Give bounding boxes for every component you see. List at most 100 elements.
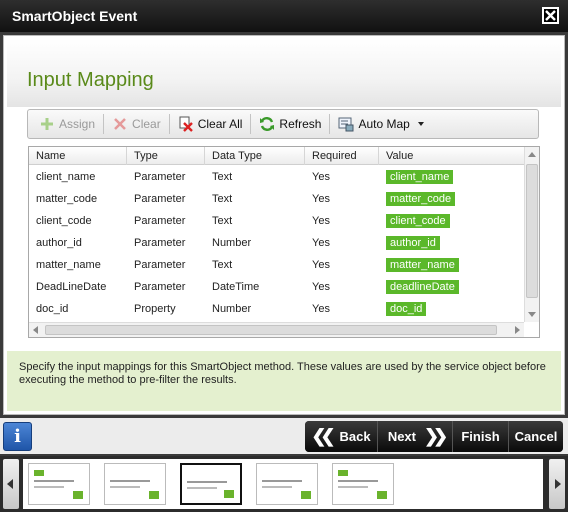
cell-value[interactable]: matter_code bbox=[379, 188, 524, 210]
cell-name: matter_code bbox=[36, 193, 98, 205]
table-row[interactable]: doc_id Property Number Yes doc_id bbox=[29, 298, 524, 320]
description-text: Specify the input mappings for this Smar… bbox=[7, 351, 561, 411]
cell-required: Yes bbox=[312, 259, 330, 271]
mapping-grid: Name Type Data Type Required Value clien… bbox=[28, 146, 540, 338]
table-row[interactable]: matter_name Parameter Text Yes matter_na… bbox=[29, 254, 524, 276]
toolbar-separator bbox=[250, 114, 252, 134]
step-thumbnail-current[interactable] bbox=[180, 463, 242, 505]
value-badge[interactable]: client_name bbox=[386, 170, 454, 184]
step-thumbnail[interactable] bbox=[28, 463, 90, 505]
nav-button-group: ❮❮ Back Next ❯❯ Finish Cancel bbox=[305, 421, 563, 452]
finish-button[interactable]: Finish bbox=[453, 421, 509, 452]
double-chevron-left-icon: ❮❮ bbox=[311, 426, 335, 446]
wizard-nav-bar: i ❮❮ Back Next ❯❯ Finish Cancel bbox=[0, 418, 568, 454]
cell-value[interactable]: matter_name bbox=[379, 254, 524, 276]
double-chevron-right-icon: ❯❯ bbox=[424, 426, 448, 446]
cell-required: Yes bbox=[312, 193, 330, 205]
cell-value[interactable]: client_name bbox=[379, 166, 524, 188]
cell-value[interactable]: deadlineDate bbox=[379, 276, 524, 298]
cell-name: author_id bbox=[36, 237, 82, 249]
wizard-panel: Input Mapping Assign Clear Clear All Ref… bbox=[3, 35, 565, 415]
horizontal-scrollbar[interactable] bbox=[29, 322, 524, 337]
refresh-label: Refresh bbox=[279, 117, 322, 131]
cell-type: Property bbox=[134, 303, 176, 315]
cell-required: Yes bbox=[312, 303, 330, 315]
cell-name: client_name bbox=[36, 171, 96, 183]
value-badge[interactable]: matter_name bbox=[386, 258, 459, 272]
plus-icon bbox=[39, 116, 55, 132]
value-badge[interactable]: client_code bbox=[386, 214, 450, 228]
back-label: Back bbox=[339, 429, 371, 444]
cell-data-type: Number bbox=[212, 237, 252, 249]
cell-value[interactable]: client_code bbox=[379, 210, 524, 232]
cell-name: doc_id bbox=[36, 303, 69, 315]
x-icon bbox=[112, 116, 128, 132]
column-header-data-type[interactable]: Data Type bbox=[205, 147, 305, 165]
strip-next-button[interactable] bbox=[549, 459, 565, 509]
cell-type: Parameter bbox=[134, 281, 186, 293]
refresh-button[interactable]: Refresh bbox=[254, 112, 326, 136]
cell-required: Yes bbox=[312, 215, 330, 227]
clear-label: Clear bbox=[132, 117, 161, 131]
auto-map-button[interactable]: Auto Map bbox=[333, 112, 428, 136]
cell-required: Yes bbox=[312, 281, 330, 293]
toolbar-separator bbox=[168, 114, 170, 134]
auto-map-icon bbox=[338, 116, 354, 132]
scroll-down-icon[interactable] bbox=[528, 312, 536, 317]
cell-type: Parameter bbox=[134, 215, 186, 227]
scroll-left-icon[interactable] bbox=[33, 326, 38, 334]
table-row[interactable]: client_code Parameter Text Yes client_co… bbox=[29, 210, 524, 232]
auto-map-label: Auto Map bbox=[358, 117, 410, 131]
cell-type: Parameter bbox=[134, 171, 186, 183]
cell-type: Parameter bbox=[134, 259, 186, 271]
cell-data-type: Number bbox=[212, 303, 252, 315]
next-label: Next bbox=[387, 429, 416, 444]
step-thumbnail[interactable] bbox=[332, 463, 394, 505]
cell-data-type: Text bbox=[212, 259, 233, 271]
toolbar-separator bbox=[103, 114, 105, 134]
cell-required: Yes bbox=[312, 237, 330, 249]
arrow-right-icon bbox=[555, 479, 561, 489]
column-header-required[interactable]: Required bbox=[305, 147, 379, 165]
close-icon[interactable] bbox=[542, 7, 559, 24]
table-row[interactable]: author_id Parameter Number Yes author_id bbox=[29, 232, 524, 254]
value-badge[interactable]: matter_code bbox=[386, 192, 456, 206]
clear-all-label: Clear All bbox=[197, 117, 243, 131]
step-thumbnail[interactable] bbox=[104, 463, 166, 505]
info-button[interactable]: i bbox=[3, 422, 32, 451]
table-row[interactable]: client_name Parameter Text Yes client_na… bbox=[29, 166, 524, 188]
cell-name: matter_name bbox=[36, 259, 101, 271]
cell-value[interactable]: doc_id bbox=[379, 298, 524, 320]
back-button[interactable]: ❮❮ Back bbox=[305, 421, 378, 452]
assign-button[interactable]: Assign bbox=[34, 112, 100, 136]
column-header-type[interactable]: Type bbox=[127, 147, 205, 165]
clear-all-icon bbox=[178, 116, 194, 132]
step-thumbnail[interactable] bbox=[256, 463, 318, 505]
clear-all-button[interactable]: Clear All bbox=[173, 112, 248, 136]
scroll-up-icon[interactable] bbox=[528, 152, 536, 157]
value-badge[interactable]: deadlineDate bbox=[386, 280, 459, 294]
scroll-thumb[interactable] bbox=[45, 325, 497, 335]
column-header-name[interactable]: Name bbox=[29, 147, 127, 165]
scroll-thumb[interactable] bbox=[526, 164, 538, 298]
vertical-scrollbar[interactable] bbox=[524, 147, 539, 322]
value-badge[interactable]: author_id bbox=[386, 236, 440, 250]
thumbnail-list bbox=[23, 459, 543, 509]
column-header-value[interactable]: Value bbox=[379, 147, 524, 165]
assign-label: Assign bbox=[59, 117, 96, 131]
step-thumbnail-strip bbox=[0, 456, 568, 512]
cell-data-type: Text bbox=[212, 193, 233, 205]
next-button[interactable]: Next ❯❯ bbox=[378, 421, 453, 452]
strip-prev-button[interactable] bbox=[3, 459, 19, 509]
clear-button[interactable]: Clear bbox=[107, 112, 166, 136]
cell-value[interactable]: author_id bbox=[379, 232, 524, 254]
cancel-button[interactable]: Cancel bbox=[509, 421, 563, 452]
table-row[interactable]: DeadLineDate Parameter DateTime Yes dead… bbox=[29, 276, 524, 298]
scroll-right-icon[interactable] bbox=[515, 326, 520, 334]
cell-data-type: Text bbox=[212, 215, 233, 227]
toolbar-separator bbox=[329, 114, 331, 134]
cell-type: Parameter bbox=[134, 237, 186, 249]
window-title: SmartObject Event bbox=[12, 8, 138, 24]
table-row[interactable]: matter_code Parameter Text Yes matter_co… bbox=[29, 188, 524, 210]
value-badge[interactable]: doc_id bbox=[386, 302, 427, 316]
